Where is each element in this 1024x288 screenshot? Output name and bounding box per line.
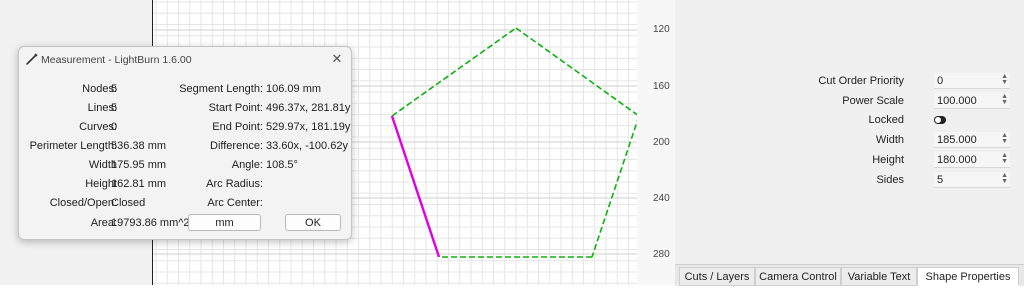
ok-button[interactable]: OK: [285, 214, 341, 231]
ruler-label-280: 280: [653, 249, 670, 260]
height-label: Height: [872, 154, 904, 166]
cut-order-priority-value: 0: [937, 75, 944, 87]
power-scale-input[interactable]: 100.000 ▲ ▼: [934, 93, 1010, 109]
tab-variable-text[interactable]: Variable Text: [841, 267, 917, 286]
width-value: 185.000: [937, 134, 977, 146]
vertical-ruler: 120 160 200 240 280: [637, 0, 675, 285]
spin-arrows-icon[interactable]: ▲ ▼: [1001, 152, 1008, 165]
end-point-label: End Point:: [212, 121, 263, 133]
width-input[interactable]: 185.000 ▲ ▼: [934, 132, 1010, 148]
width-label: Width: [875, 134, 904, 146]
area-value: 19793.86 mm^2: [111, 217, 190, 229]
close-icon[interactable]: ✕: [329, 51, 345, 67]
tab-camera-control[interactable]: Camera Control: [755, 267, 841, 286]
arc-radius-label: Arc Radius:: [206, 178, 263, 190]
height-row: Height 180.000 ▲ ▼: [675, 152, 1024, 170]
height-value: 180.000: [937, 154, 977, 166]
power-scale-row: Power Scale 100.000 ▲ ▼: [675, 93, 1024, 111]
arc-center-label: Arc Center:: [207, 197, 263, 209]
spin-arrows-icon[interactable]: ▲ ▼: [1001, 73, 1008, 86]
segment-length-label: Segment Length:: [179, 83, 263, 95]
dialog-title: Measurement - LightBurn 1.6.00: [41, 54, 192, 66]
sides-label: Sides: [876, 174, 904, 186]
power-scale-value: 100.000: [937, 95, 977, 107]
segment-length-value: 106.09 mm: [266, 83, 322, 95]
perimeter-length-value: 536.38 mm: [111, 140, 167, 152]
tab-shape-properties[interactable]: Shape Properties: [917, 267, 1019, 286]
locked-toggle[interactable]: [934, 116, 946, 124]
start-point-label: Start Point:: [208, 102, 263, 114]
dialog-titlebar[interactable]: Measurement - LightBurn 1.6.00 ✕: [19, 47, 351, 73]
closed-open-value: Closed: [111, 197, 146, 209]
tab-cuts-layers[interactable]: Cuts / Layers: [679, 267, 755, 286]
panel-tab-bar: Cuts / Layers Camera Control Variable Te…: [675, 264, 1024, 286]
ruler-label-240: 240: [653, 193, 670, 204]
width-row: Width 185.000 ▲ ▼: [675, 132, 1024, 150]
power-scale-label: Power Scale: [842, 95, 904, 107]
height-input[interactable]: 180.000 ▲ ▼: [934, 152, 1010, 168]
end-point-value: 529.97x, 181.19y: [266, 121, 351, 133]
locked-label: Locked: [868, 114, 904, 126]
units-button[interactable]: mm: [188, 214, 261, 231]
curves-value: 0: [111, 121, 118, 133]
height-measure-value: 162.81 mm: [111, 178, 167, 190]
difference-label: Difference:: [210, 140, 263, 152]
ruler-label-120: 120: [653, 24, 670, 35]
lines-value: 5: [111, 102, 118, 114]
sides-input[interactable]: 5 ▲ ▼: [934, 172, 1010, 188]
spin-arrows-icon[interactable]: ▲ ▼: [1001, 172, 1008, 185]
cut-order-priority-label: Cut Order Priority: [818, 75, 904, 87]
sides-row: Sides 5 ▲ ▼: [675, 172, 1024, 190]
cut-order-priority-input[interactable]: 0 ▲ ▼: [934, 73, 1010, 89]
difference-value: 33.60x, -100.62y: [266, 140, 348, 152]
ruler-label-200: 200: [653, 137, 670, 148]
ruler-label-160: 160: [653, 81, 670, 92]
perimeter-length-label: Perimeter Length:: [29, 140, 117, 152]
start-point-value: 496.37x, 281.81y: [266, 102, 351, 114]
locked-row: Locked: [675, 112, 1024, 130]
nodes-value: 5: [111, 83, 118, 95]
spin-arrows-icon[interactable]: ▲ ▼: [1001, 132, 1008, 145]
closed-open-label: Closed/Open:: [49, 197, 117, 209]
spin-arrows-icon[interactable]: ▲ ▼: [1001, 93, 1008, 106]
cut-order-priority-row: Cut Order Priority 0 ▲ ▼: [675, 73, 1024, 91]
measurement-dialog: Measurement - LightBurn 1.6.00 ✕ Nodes: …: [18, 46, 352, 240]
ruler-pencil-icon: [26, 53, 38, 65]
shape-properties-panel: Cut Order Priority 0 ▲ ▼ Power Scale 100.…: [675, 0, 1024, 286]
sides-value: 5: [937, 174, 944, 186]
angle-value: 108.5°: [266, 159, 298, 171]
width-measure-value: 175.95 mm: [111, 159, 167, 171]
angle-label: Angle:: [231, 159, 263, 171]
